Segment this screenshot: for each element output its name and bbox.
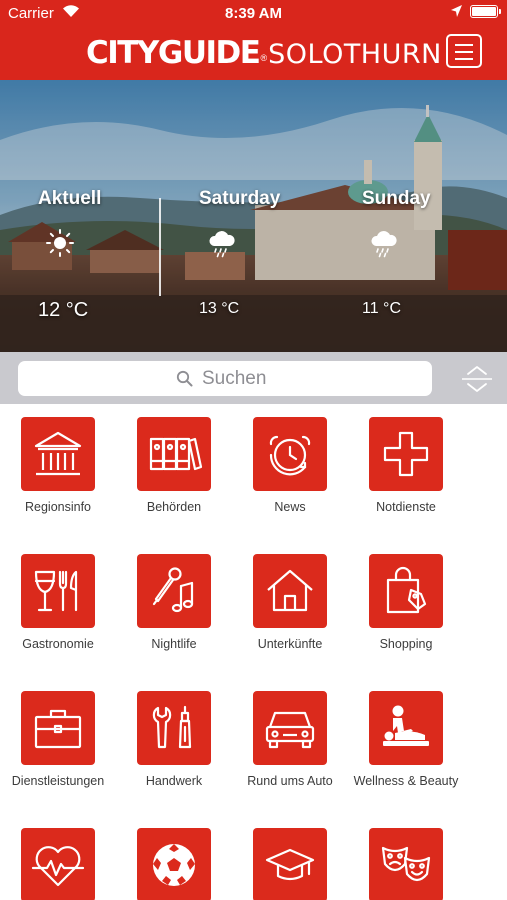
alarm-clock-icon (253, 417, 327, 491)
category-shopping[interactable]: Shopping (348, 541, 464, 661)
tools-icon (137, 691, 211, 765)
cloud-rain-icon (209, 231, 235, 258)
logo-registered-mark: ® (260, 53, 268, 63)
weather-saturday: Saturday 13 °C (161, 80, 331, 352)
search-bar: Suchen (0, 352, 507, 404)
soccer-ball-icon (137, 828, 211, 900)
weather-temp-saturday: 13 °C (199, 300, 240, 317)
category-culture[interactable] (348, 815, 464, 900)
briefcase-icon (21, 691, 95, 765)
hamburger-menu-icon[interactable] (446, 34, 482, 68)
menu-line (455, 51, 473, 53)
weather-label-current: Aktuell (38, 188, 102, 209)
car-icon (253, 691, 327, 765)
weather-hero: Aktuell 12 °C Saturday 13 °C Sunday 11 °… (0, 80, 507, 352)
category-regionsinfo[interactable]: Regionsinfo (0, 404, 116, 524)
microphone-music-icon (137, 554, 211, 628)
battery-icon (470, 5, 501, 18)
status-bar: Carrier 8:39 AM (0, 0, 507, 28)
app-header: Carrier 8:39 AM CITYGUIDE®SOLOTHURN (0, 0, 507, 80)
theater-masks-icon (369, 828, 443, 900)
category-handwerk[interactable]: Handwerk (116, 678, 232, 798)
search-icon (176, 370, 193, 387)
weather-sunday: Sunday 11 °C (325, 80, 507, 352)
category-wellness-beauty[interactable]: Wellness & Beauty (348, 678, 464, 798)
category-label: Shopping (379, 637, 433, 651)
category-notdienste[interactable]: Notdienste (348, 404, 464, 524)
category-sport[interactable] (116, 815, 232, 900)
menu-line (455, 58, 473, 60)
sort-toggle-icon[interactable] (458, 362, 496, 396)
heart-pulse-icon (21, 828, 95, 900)
category-label: Notdienste (376, 500, 436, 514)
weather-temp-sunday: 11 °C (362, 300, 402, 317)
search-placeholder: Suchen (202, 368, 267, 389)
weather-label-saturday: Saturday (199, 188, 281, 209)
house-icon (253, 554, 327, 628)
sun-icon (46, 229, 74, 257)
search-input[interactable]: Suchen (18, 361, 432, 396)
category-news[interactable]: News (232, 404, 348, 524)
weather-current: Aktuell 12 °C (0, 80, 159, 352)
category-rund-ums-auto[interactable]: Rund ums Auto (232, 678, 348, 798)
weather-temp-current: 12 °C (38, 299, 89, 321)
category-health[interactable] (0, 815, 116, 900)
clock: 8:39 AM (225, 5, 282, 22)
category-unterkuenfte[interactable]: Unterkünfte (232, 541, 348, 661)
bank-building-icon (21, 417, 95, 491)
location-arrow-icon (451, 5, 462, 17)
massage-icon (369, 691, 443, 765)
graduation-cap-icon (253, 828, 327, 900)
category-label: Wellness & Beauty (353, 774, 459, 788)
logo-cityguide: CITYGUIDE (86, 35, 261, 71)
category-education[interactable] (232, 815, 348, 900)
menu-line (455, 44, 473, 46)
wine-cutlery-icon (21, 554, 95, 628)
category-gastronomie[interactable]: Gastronomie (0, 541, 116, 661)
category-nightlife[interactable]: Nightlife (116, 541, 232, 661)
medical-cross-icon (369, 417, 443, 491)
cloud-rain-icon (371, 231, 397, 258)
logo-city-name: SOLOTHURN (268, 39, 442, 70)
category-dienstleistungen[interactable]: Dienstleistungen (0, 678, 116, 798)
weather-label-sunday: Sunday (362, 188, 431, 209)
category-behoerden[interactable]: Behörden (116, 404, 232, 524)
shopping-bag-icon (369, 554, 443, 628)
binders-icon (137, 417, 211, 491)
app-logo: CITYGUIDE®SOLOTHURN (86, 33, 442, 73)
category-grid: Regionsinfo Behörden News Notdienste Gas… (0, 404, 507, 900)
